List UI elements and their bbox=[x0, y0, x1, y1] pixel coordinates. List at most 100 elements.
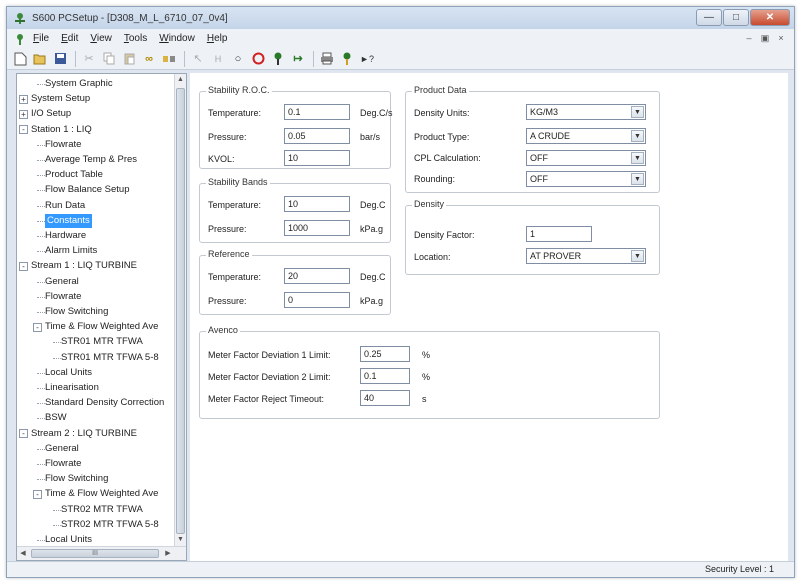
bands-temperature-input[interactable]: 10 bbox=[284, 196, 350, 212]
paste-icon[interactable] bbox=[120, 50, 138, 68]
link-icon[interactable]: ∞ bbox=[140, 50, 158, 68]
help-icon[interactable] bbox=[338, 50, 356, 68]
close-button[interactable]: ✕ bbox=[750, 9, 790, 26]
menu-help[interactable]: Help bbox=[207, 33, 228, 44]
pin-icon[interactable] bbox=[269, 50, 287, 68]
tree-item[interactable]: Hardware bbox=[45, 229, 86, 243]
expand-icon[interactable]: + bbox=[19, 109, 28, 119]
tree-item[interactable]: Standard Density Correction bbox=[45, 396, 164, 410]
tree-item[interactable]: I/O Setup bbox=[31, 107, 71, 121]
bands-pressure-input[interactable]: 1000 bbox=[284, 220, 350, 236]
roc-kvol-input[interactable]: 10 bbox=[284, 150, 350, 166]
stop-icon[interactable] bbox=[249, 50, 267, 68]
menu-view[interactable]: View bbox=[90, 33, 112, 44]
chevron-down-icon[interactable]: ▼ bbox=[631, 130, 644, 142]
whats-this-icon[interactable]: ►? bbox=[358, 50, 376, 68]
product-type-select[interactable]: A CRUDE ▼ bbox=[526, 128, 646, 144]
copy-icon[interactable] bbox=[100, 50, 118, 68]
tree-item[interactable]: STR02 MTR TFWA 5-8 bbox=[61, 518, 159, 532]
tree-vertical-scrollbar[interactable]: ▲ ▼ bbox=[174, 74, 186, 546]
document-icon bbox=[17, 33, 23, 45]
collapse-icon[interactable]: - bbox=[33, 489, 42, 499]
reference-temperature-input[interactable]: 20 bbox=[284, 268, 350, 284]
deviation-2-input[interactable]: 0.1 bbox=[360, 368, 410, 384]
chevron-down-icon[interactable]: ▼ bbox=[631, 173, 644, 185]
maximize-button[interactable]: □ bbox=[723, 9, 749, 26]
scroll-right-icon[interactable]: ▶ bbox=[162, 547, 174, 560]
navigation-tree[interactable]: System Graphic + System Setup + I/O Setup - St… bbox=[16, 73, 187, 561]
tree-item[interactable]: Flow Balance Setup bbox=[45, 183, 130, 197]
collapse-icon[interactable]: - bbox=[19, 429, 28, 439]
collapse-icon[interactable]: - bbox=[19, 261, 28, 271]
tree-item[interactable]: Product Table bbox=[45, 168, 103, 182]
tree-item[interactable]: Alarm Limits bbox=[45, 244, 97, 258]
mdi-close-button[interactable]: × bbox=[774, 31, 788, 45]
tree-item[interactable]: Average Temp & Pres bbox=[45, 153, 137, 167]
tree-item[interactable]: Local Units bbox=[45, 533, 92, 546]
print-icon[interactable] bbox=[318, 50, 336, 68]
pointer-icon[interactable]: ↖ bbox=[189, 50, 207, 68]
collapse-icon[interactable]: - bbox=[19, 125, 28, 135]
cut-icon[interactable]: ✂ bbox=[80, 50, 98, 68]
tree-item[interactable]: General bbox=[45, 275, 79, 289]
tree-item[interactable]: System Setup bbox=[31, 92, 90, 106]
new-icon[interactable] bbox=[11, 50, 29, 68]
tree-item[interactable]: Local Units bbox=[45, 366, 92, 380]
density-factor-input[interactable]: 1 bbox=[526, 226, 592, 242]
tree-item[interactable]: Linearisation bbox=[45, 381, 99, 395]
loop-icon[interactable]: ○ bbox=[229, 50, 247, 68]
hscroll-thumb[interactable]: III bbox=[31, 549, 159, 558]
tree-item[interactable]: STR01 MTR TFWA bbox=[61, 335, 143, 349]
tree-item[interactable]: BSW bbox=[45, 411, 67, 425]
chevron-down-icon[interactable]: ▼ bbox=[631, 106, 644, 118]
tree-item[interactable]: Stream 1 : LIQ TURBINE bbox=[31, 259, 137, 273]
expand-icon[interactable]: + bbox=[19, 94, 28, 104]
tree-item[interactable]: General bbox=[45, 442, 79, 456]
tree-item[interactable]: Run Data bbox=[45, 199, 85, 213]
rounding-select[interactable]: OFF ▼ bbox=[526, 171, 646, 187]
scroll-left-icon[interactable]: ◀ bbox=[17, 547, 29, 560]
menu-window[interactable]: Window bbox=[159, 33, 195, 44]
open-icon[interactable] bbox=[31, 50, 49, 68]
minimize-button[interactable]: — bbox=[696, 9, 722, 26]
deviation-1-unit: % bbox=[422, 350, 431, 360]
tree-item[interactable]: Flow Switching bbox=[45, 305, 108, 319]
tree-item[interactable]: Flowrate bbox=[45, 290, 81, 304]
tree-item[interactable]: STR01 MTR TFWA 5-8 bbox=[61, 351, 159, 365]
temperature-unit: Deg.C bbox=[360, 200, 386, 210]
step-icon[interactable]: H bbox=[209, 50, 227, 68]
scroll-down-icon[interactable]: ▼ bbox=[175, 534, 186, 546]
collapse-icon[interactable]: - bbox=[33, 322, 42, 332]
connect-icon[interactable] bbox=[160, 50, 178, 68]
chevron-down-icon[interactable]: ▼ bbox=[631, 250, 644, 262]
tree-item[interactable]: Time & Flow Weighted Ave bbox=[45, 320, 158, 334]
tree-item[interactable]: Flow Switching bbox=[45, 472, 108, 486]
roc-pressure-input[interactable]: 0.05 bbox=[284, 128, 350, 144]
density-units-select[interactable]: KG/M3 ▼ bbox=[526, 104, 646, 120]
tree-item[interactable]: Flowrate bbox=[45, 457, 81, 471]
location-select[interactable]: AT PROVER ▼ bbox=[526, 248, 646, 264]
cpl-calculation-select[interactable]: OFF ▼ bbox=[526, 150, 646, 166]
tree-item[interactable]: Flowrate bbox=[45, 138, 81, 152]
reject-timeout-input[interactable]: 40 bbox=[360, 390, 410, 406]
tree-item[interactable]: Constants bbox=[45, 213, 92, 228]
roc-temperature-input[interactable]: 0.1 bbox=[284, 104, 350, 120]
menu-tools[interactable]: Tools bbox=[124, 33, 147, 44]
scroll-up-icon[interactable]: ▲ bbox=[175, 74, 186, 86]
tree-item[interactable]: Stream 2 : LIQ TURBINE bbox=[31, 427, 137, 441]
tree-item[interactable]: Time & Flow Weighted Ave bbox=[45, 487, 158, 501]
save-icon[interactable] bbox=[51, 50, 69, 68]
tree-horizontal-scrollbar[interactable]: ◀ III ▶ bbox=[17, 546, 186, 560]
chevron-down-icon[interactable]: ▼ bbox=[631, 152, 644, 164]
push-icon[interactable]: ↦ bbox=[289, 50, 307, 68]
tree-item[interactable]: Station 1 : LIQ bbox=[31, 123, 92, 137]
mdi-minimize-button[interactable]: – bbox=[742, 31, 756, 45]
mdi-restore-button[interactable]: ▣ bbox=[758, 31, 772, 45]
scroll-thumb[interactable] bbox=[176, 88, 185, 534]
reference-pressure-input[interactable]: 0 bbox=[284, 292, 350, 308]
deviation-1-input[interactable]: 0.25 bbox=[360, 346, 410, 362]
menu-edit[interactable]: Edit bbox=[61, 33, 78, 44]
tree-item[interactable]: System Graphic bbox=[45, 77, 113, 91]
menu-file[interactable]: File bbox=[33, 33, 49, 44]
tree-item[interactable]: STR02 MTR TFWA bbox=[61, 503, 143, 517]
